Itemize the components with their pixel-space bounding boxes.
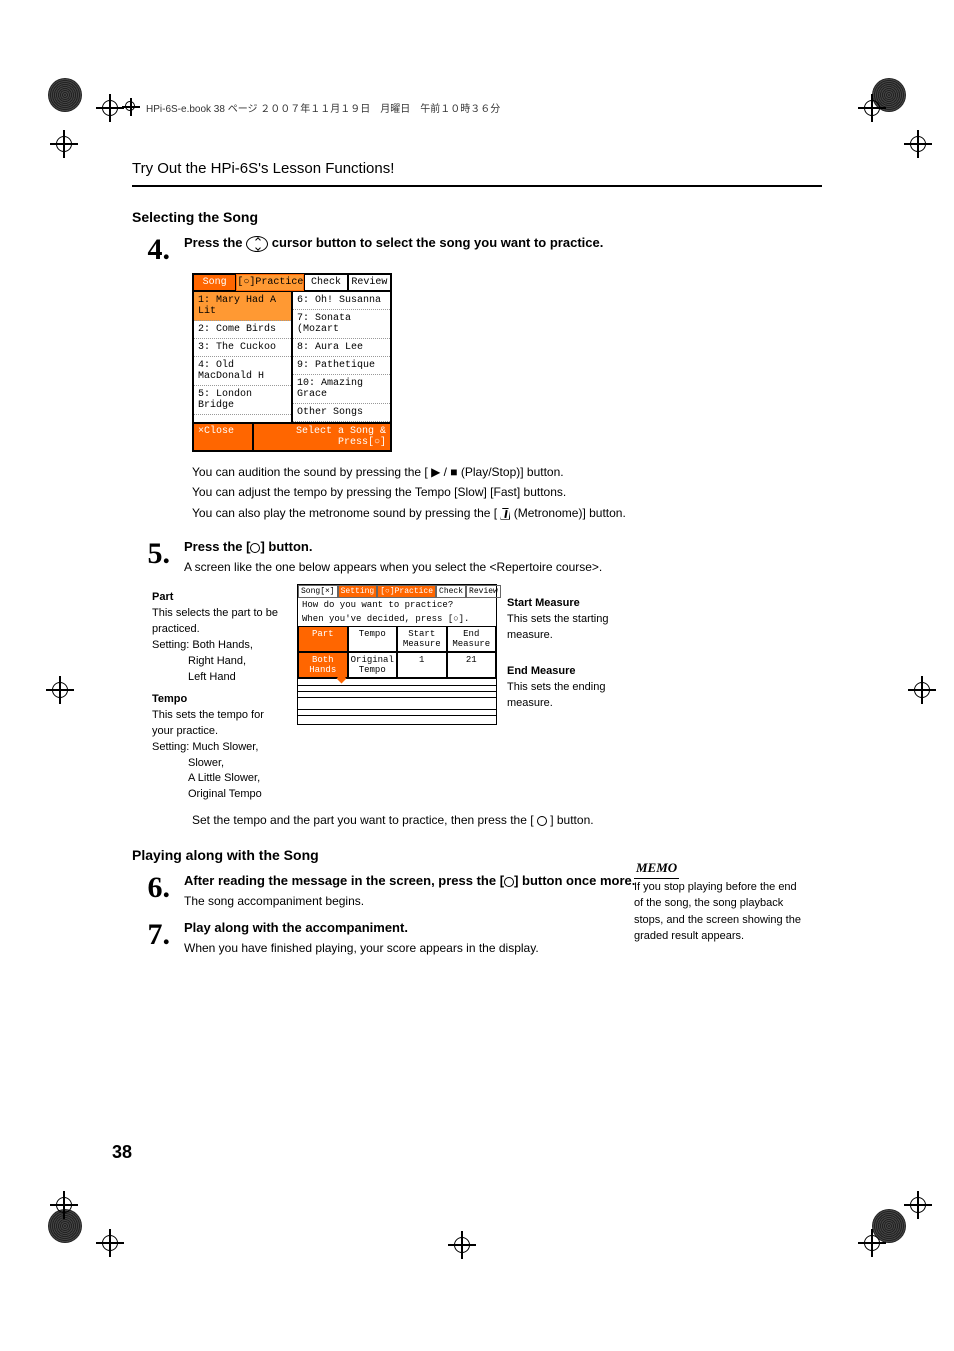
- play-stop-icon: ▶ / ■: [431, 465, 457, 479]
- page-title: Try Out the HPi-6S's Lesson Functions!: [132, 160, 822, 187]
- note-line: You can adjust the tempo by pressing the…: [192, 482, 822, 502]
- lcd-val: 1: [397, 652, 447, 678]
- song-row: 8: Aura Lee: [293, 339, 390, 357]
- start-measure-heading: Start Measure: [507, 596, 647, 612]
- lcd-text: How do you want to practice?: [298, 598, 496, 612]
- lcd-staff: [298, 678, 496, 724]
- song-row: 3: The Cuckoo: [194, 339, 291, 357]
- note-line: You can also play the metronome sound by…: [192, 503, 822, 523]
- song-row: 5: London Bridge: [194, 386, 291, 415]
- step-text: Play along with the accompaniment.: [184, 920, 408, 935]
- start-measure-desc: This sets the starting measure.: [507, 612, 647, 644]
- song-row: 7: Sonata (Mozart: [293, 310, 390, 339]
- song-row: 10: Amazing Grace: [293, 375, 390, 404]
- lcd-text: When you've decided, press [○].: [298, 612, 496, 626]
- tempo-heading: Tempo: [152, 692, 287, 708]
- song-row: Other Songs: [293, 404, 390, 422]
- lcd-tab: Setting: [338, 585, 378, 598]
- tempo-setting: Original Tempo: [152, 787, 287, 803]
- memo-label: MEMO: [634, 858, 679, 879]
- step-text: ] button once more.: [514, 873, 635, 888]
- section-heading: Selecting the Song: [132, 209, 822, 225]
- song-row: 9: Pathetique: [293, 357, 390, 375]
- lcd-hint: Select a Song & Press[○]: [253, 423, 391, 451]
- lcd-col: Part: [298, 626, 348, 652]
- reg-disc: [48, 78, 82, 112]
- meta-text: HPi-6S-e.book 38 ページ ２００７年１１月１９日 月曜日 午前１…: [146, 100, 500, 115]
- step-text: cursor button to select the song you wan…: [272, 235, 604, 250]
- lcd-practice-setting: Song[×] Setting [○]Practice Check Review…: [297, 584, 497, 725]
- circle-icon: [250, 543, 260, 553]
- note-line: You can audition the sound by pressing t…: [192, 462, 822, 482]
- lcd-tab: [○]Practice: [377, 585, 436, 598]
- song-row: 4: Old MacDonald H: [194, 357, 291, 386]
- lcd-close: ×Close: [193, 423, 253, 451]
- lcd-tab: Review: [348, 274, 391, 291]
- part-setting: Setting: Both Hands,: [152, 638, 287, 654]
- step-number: 6.: [132, 873, 170, 903]
- song-row: 2: Come Birds: [194, 321, 291, 339]
- step-text: Press the: [184, 235, 243, 250]
- page-number: 38: [112, 1142, 132, 1163]
- part-setting: Left Hand: [152, 670, 287, 686]
- part-setting: Right Hand,: [152, 654, 287, 670]
- lcd-tab: Song: [193, 274, 236, 291]
- step-number: 4.: [132, 235, 170, 265]
- lcd-tab: Check: [304, 274, 347, 291]
- lcd-col: Start Measure: [397, 626, 447, 652]
- metronome-icon: [500, 508, 510, 520]
- end-measure-desc: This sets the ending measure.: [507, 680, 647, 712]
- memo-sidebar: MEMO If you stop playing before the end …: [634, 858, 804, 945]
- song-row: 1: Mary Had A Lit: [194, 292, 291, 321]
- part-heading: Part: [152, 590, 287, 606]
- tempo-setting: A Little Slower,: [152, 771, 287, 787]
- circle-icon: [504, 877, 514, 887]
- memo-text: If you stop playing before the end of th…: [634, 879, 804, 945]
- step-number: 7.: [132, 920, 170, 950]
- instruction-text: Set the tempo and the part you want to p…: [192, 813, 822, 827]
- tempo-setting: Setting: Much Slower,: [152, 740, 287, 756]
- lcd-tab: Song[×]: [298, 585, 338, 598]
- end-measure-heading: End Measure: [507, 664, 647, 680]
- song-row: 6: Oh! Susanna: [293, 292, 390, 310]
- step-text: ] button.: [260, 539, 312, 554]
- tempo-setting: Slower,: [152, 756, 287, 772]
- tempo-desc: This sets the tempo for your practice.: [152, 708, 287, 740]
- circle-icon: [537, 816, 547, 826]
- lcd-song-select: Song [○]Practice Check Review 1: Mary Ha…: [192, 273, 392, 452]
- lcd-tab: Review: [466, 585, 501, 598]
- lcd-col: Tempo: [348, 626, 398, 652]
- step-text: Press the [: [184, 539, 250, 554]
- step-text: After reading the message in the screen,…: [184, 873, 504, 888]
- part-desc: This selects the part to be practiced.: [152, 606, 287, 638]
- lcd-tab: Check: [436, 585, 466, 598]
- cursor-icon: [246, 236, 268, 252]
- file-meta: HPi-6S-e.book 38 ページ ２００７年１１月１９日 月曜日 午前１…: [122, 98, 500, 116]
- lcd-col: End Measure: [447, 626, 497, 652]
- lcd-val: Original Tempo: [348, 652, 398, 678]
- lcd-val: 21: [447, 652, 497, 678]
- lcd-tab: [○]Practice: [236, 274, 304, 291]
- step-number: 5.: [132, 539, 170, 569]
- step-subtext: A screen like the one below appears when…: [184, 560, 822, 574]
